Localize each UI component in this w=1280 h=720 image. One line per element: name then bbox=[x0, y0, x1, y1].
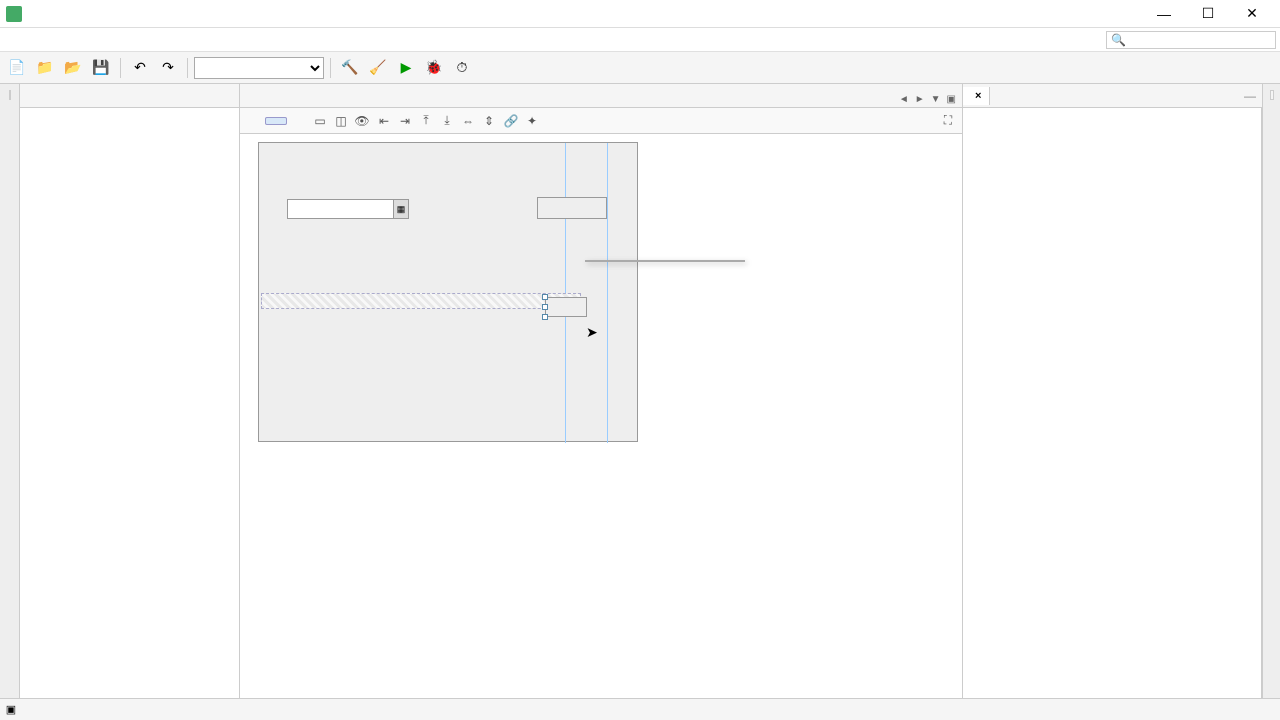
checkin-button[interactable] bbox=[537, 197, 607, 219]
minimize-palette[interactable]: — bbox=[1238, 89, 1262, 103]
preview-icon[interactable]: 👁 bbox=[352, 111, 372, 131]
build-button[interactable]: 🔨 bbox=[337, 55, 363, 81]
debug-design-icon[interactable]: ✦ bbox=[522, 111, 542, 131]
tab-scroll-right[interactable]: ► bbox=[913, 92, 927, 107]
navigator-tab[interactable] bbox=[9, 90, 11, 100]
resize-handle[interactable] bbox=[542, 304, 548, 310]
date-chooser-icon[interactable]: ▦ bbox=[393, 199, 409, 219]
run-button[interactable]: ▶ bbox=[393, 55, 419, 81]
search-icon: 🔍 bbox=[1111, 33, 1126, 47]
selection-tool-icon[interactable]: ▭ bbox=[310, 111, 330, 131]
jbutton-selected[interactable] bbox=[545, 297, 587, 317]
close-button[interactable]: ✕ bbox=[1230, 0, 1274, 28]
align-left-icon[interactable]: ⇤ bbox=[374, 111, 394, 131]
quick-search[interactable]: 🔍 bbox=[1106, 31, 1276, 49]
date-text-field[interactable] bbox=[287, 199, 397, 219]
main-toolbar: 📄 📁 📂 💾 ↶ ↷ 🔨 🧹 ▶ 🐞 ⏱ bbox=[0, 52, 1280, 84]
link-icon[interactable]: 🔗 bbox=[501, 111, 521, 131]
project-tree[interactable] bbox=[20, 108, 239, 698]
close-icon[interactable]: × bbox=[975, 90, 981, 102]
editor-area: ◄ ► ▼ ▣ ▭ ◫ 👁 ⇤ ⇥ ⤒ ⤓ ⇔ ⇕ 🔗 ✦ ⛶ bbox=[240, 84, 962, 698]
expand-icon[interactable]: ⛶ bbox=[938, 111, 958, 131]
app-icon bbox=[6, 6, 22, 22]
profile-button[interactable]: ⏱ bbox=[449, 55, 475, 81]
open-button[interactable]: 📂 bbox=[60, 55, 86, 81]
output-icon[interactable]: ▣ bbox=[4, 703, 18, 717]
workspace: ◄ ► ▼ ▣ ▭ ◫ 👁 ⇤ ⇥ ⤒ ⤓ ⇔ ⇕ 🔗 ✦ ⛶ bbox=[0, 84, 1280, 698]
center-h-icon[interactable]: ⇔ bbox=[458, 111, 478, 131]
layout-guide-row bbox=[261, 293, 581, 309]
properties-tab[interactable] bbox=[1270, 90, 1274, 100]
undo-button[interactable]: ↶ bbox=[127, 55, 153, 81]
minimize-button[interactable]: — bbox=[1142, 0, 1186, 28]
projects-tab-bar bbox=[20, 84, 239, 108]
palette-tab[interactable]: × bbox=[963, 87, 990, 105]
palette-body[interactable] bbox=[963, 108, 1262, 698]
clean-build-button[interactable]: 🧹 bbox=[365, 55, 391, 81]
new-project-button[interactable]: 📁 bbox=[32, 55, 58, 81]
form-frame[interactable]: ▦ bbox=[258, 142, 638, 442]
context-menu bbox=[585, 260, 745, 262]
editor-tab-bar: ◄ ► ▼ ▣ bbox=[240, 84, 962, 108]
redo-button[interactable]: ↷ bbox=[155, 55, 181, 81]
config-select[interactable] bbox=[194, 57, 324, 79]
palette-panel: × — bbox=[962, 84, 1262, 698]
history-mode[interactable] bbox=[288, 118, 308, 124]
design-mode[interactable] bbox=[265, 117, 287, 125]
right-side-strip bbox=[1262, 84, 1280, 698]
palette-header: × — bbox=[963, 84, 1262, 108]
align-top-icon[interactable]: ⤒ bbox=[416, 111, 436, 131]
debug-button[interactable]: 🐞 bbox=[421, 55, 447, 81]
align-bottom-icon[interactable]: ⤓ bbox=[437, 111, 457, 131]
resize-handle[interactable] bbox=[542, 314, 548, 320]
status-bar: ▣ bbox=[0, 698, 1280, 720]
source-mode[interactable] bbox=[244, 118, 264, 124]
new-file-button[interactable]: 📄 bbox=[4, 55, 30, 81]
center-v-icon[interactable]: ⇕ bbox=[479, 111, 499, 131]
maximize-editor[interactable]: ▣ bbox=[945, 92, 958, 107]
connection-tool-icon[interactable]: ◫ bbox=[331, 111, 351, 131]
design-canvas[interactable]: ▦ bbox=[240, 134, 962, 698]
left-side-strip bbox=[0, 84, 20, 698]
resize-handle[interactable] bbox=[542, 294, 548, 300]
menu-bar: 🔍 bbox=[0, 28, 1280, 52]
align-right-icon[interactable]: ⇥ bbox=[395, 111, 415, 131]
tab-scroll-left[interactable]: ◄ bbox=[897, 92, 911, 107]
search-input[interactable] bbox=[1130, 34, 1271, 46]
projects-panel bbox=[20, 84, 240, 698]
tab-list-dropdown[interactable]: ▼ bbox=[929, 92, 943, 107]
maximize-button[interactable]: ☐ bbox=[1186, 0, 1230, 28]
title-bar: — ☐ ✕ bbox=[0, 0, 1280, 28]
save-all-button[interactable]: 💾 bbox=[88, 55, 114, 81]
designer-toolbar: ▭ ◫ 👁 ⇤ ⇥ ⤒ ⤓ ⇔ ⇕ 🔗 ✦ ⛶ bbox=[240, 108, 962, 134]
